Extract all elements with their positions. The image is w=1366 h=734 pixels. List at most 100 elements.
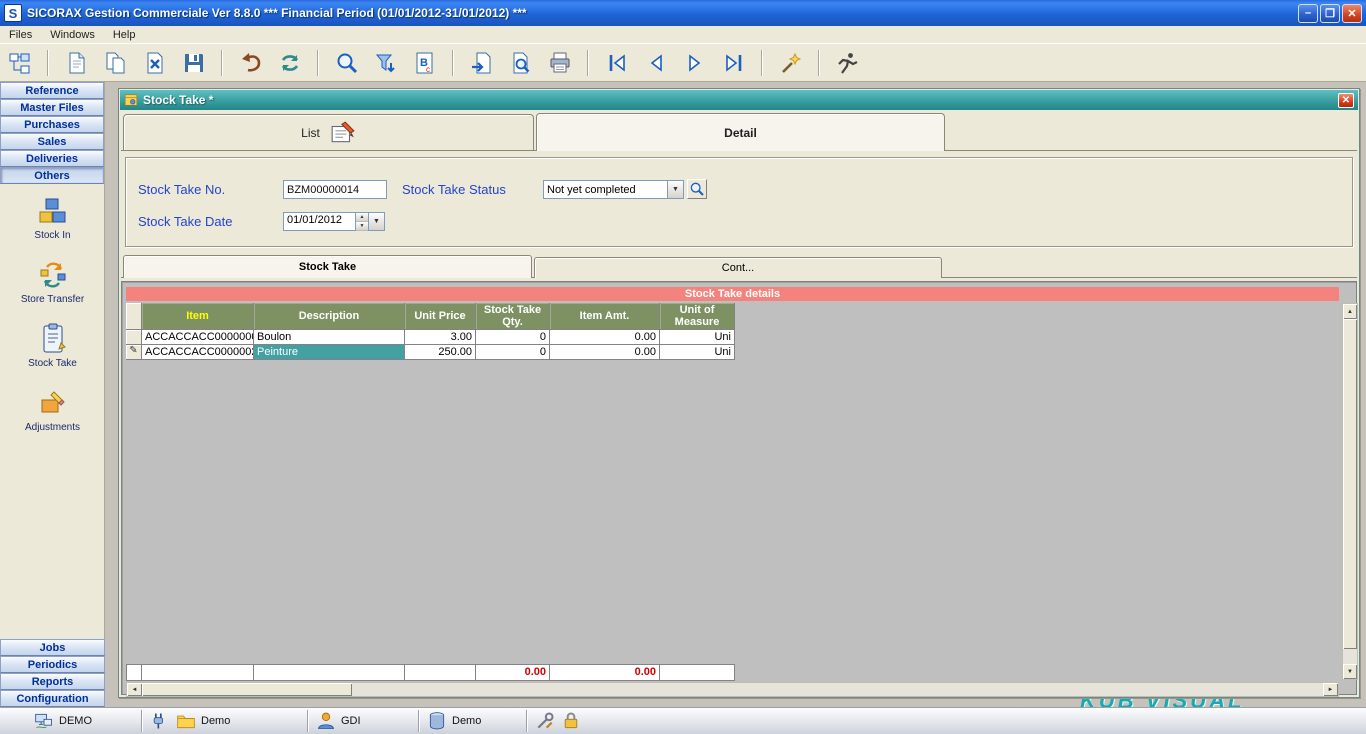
- cell-qty[interactable]: 0: [476, 345, 550, 360]
- column-header-stock-take-qty[interactable]: Stock Take Qty.: [476, 303, 550, 330]
- toolbar-save-button[interactable]: [180, 49, 207, 76]
- menu-files[interactable]: Files: [0, 27, 41, 43]
- toolbar-exit-button[interactable]: [834, 49, 861, 76]
- cell-qty[interactable]: 0: [476, 330, 550, 345]
- taskbar-item-gdi[interactable]: GDI: [316, 711, 361, 731]
- stock-take-status-select[interactable]: Not yet completed ▼: [543, 180, 684, 199]
- cell-description[interactable]: Peinture: [254, 345, 405, 360]
- row-selector[interactable]: [126, 330, 142, 345]
- scroll-up-button[interactable]: ▲: [1343, 304, 1357, 319]
- cell-unit_price[interactable]: 3.00: [405, 330, 476, 345]
- toolbar-currency-button[interactable]: Bc: [411, 49, 438, 76]
- cell-description[interactable]: Boulon: [254, 330, 405, 345]
- scroll-left-button[interactable]: ◄: [127, 683, 142, 696]
- column-header-unit-of-measure[interactable]: Unit of Measure: [660, 303, 735, 330]
- spin-down-icon[interactable]: ▼: [356, 222, 368, 231]
- toolbar-nav-last-button[interactable]: [720, 49, 747, 76]
- table-row[interactable]: ✎ACCACCACC0000002Peinture250.0000.00Uni: [126, 345, 735, 360]
- sidebar-item-master-files[interactable]: Master Files: [0, 99, 104, 116]
- horizontal-scrollbar[interactable]: ◄ ►: [126, 682, 1339, 697]
- date-spinner[interactable]: ▲▼: [355, 213, 368, 230]
- network-computer-icon: [34, 711, 54, 731]
- taskbar-item[interactable]: [535, 711, 555, 731]
- toolbar-tree-view-button[interactable]: [6, 49, 33, 76]
- sidebar-tool-label: Stock In: [34, 230, 70, 241]
- toolbar-copy-document-button[interactable]: [102, 49, 129, 76]
- cell-amt[interactable]: 0.00: [550, 330, 660, 345]
- taskbar-item-demo[interactable]: Demo: [176, 711, 230, 731]
- sidebar-item-jobs[interactable]: Jobs: [0, 639, 105, 656]
- stock-take-date-input[interactable]: 01/01/2012 ▲▼ ▼: [283, 212, 385, 231]
- vertical-scroll-thumb[interactable]: [1343, 319, 1357, 649]
- toolbar-import-document-button[interactable]: [468, 49, 495, 76]
- maximize-button[interactable]: ❐: [1320, 4, 1340, 23]
- taskbar-item-demo[interactable]: Demo: [427, 711, 481, 731]
- tab-stock-take[interactable]: Stock Take: [123, 255, 532, 278]
- store-transfer-icon: [37, 259, 69, 291]
- delete-document-icon: [143, 51, 167, 75]
- toolbar-filter-button[interactable]: [372, 49, 399, 76]
- menu-help[interactable]: Help: [104, 27, 145, 43]
- column-header-item-amt[interactable]: Item Amt.: [550, 303, 660, 330]
- menu-windows[interactable]: Windows: [41, 27, 104, 43]
- toolbar-undo-button[interactable]: [237, 49, 264, 76]
- date-dropdown-arrow-icon[interactable]: ▼: [368, 213, 384, 230]
- sidebar-item-reference[interactable]: Reference: [0, 82, 104, 99]
- cell-uom[interactable]: Uni: [660, 330, 735, 345]
- stock-take-window-titlebar[interactable]: Stock Take * ✕: [120, 90, 1358, 110]
- sidebar-tool-adjustments[interactable]: Adjustments: [0, 382, 105, 438]
- sidebar-item-reports[interactable]: Reports: [0, 673, 105, 690]
- horizontal-scroll-track[interactable]: [352, 683, 1323, 696]
- cell-item[interactable]: ACCACCACC0000002: [142, 345, 254, 360]
- toolbar-wand-button[interactable]: [777, 49, 804, 76]
- cell-item[interactable]: ACCACCACC0000000: [142, 330, 254, 345]
- toolbar-print-button[interactable]: [546, 49, 573, 76]
- minimize-button[interactable]: –: [1298, 4, 1318, 23]
- taskbar-item-demo[interactable]: DEMO: [34, 711, 92, 731]
- sidebar-item-others[interactable]: Others: [0, 167, 104, 184]
- tab-cont[interactable]: Cont...: [534, 257, 942, 278]
- row-selector-header: [126, 303, 142, 330]
- scroll-down-button[interactable]: ▼: [1343, 664, 1357, 679]
- sidebar-item-sales[interactable]: Sales: [0, 133, 104, 150]
- stock-take-window-close-button[interactable]: ✕: [1338, 93, 1354, 108]
- sidebar-tool-stock-in[interactable]: Stock In: [0, 190, 105, 246]
- toolbar-new-document-button[interactable]: [63, 49, 90, 76]
- toolbar-nav-previous-button[interactable]: [642, 49, 669, 76]
- column-header-unit-price[interactable]: Unit Price: [405, 303, 476, 330]
- toolbar-nav-next-button[interactable]: [681, 49, 708, 76]
- cell-uom[interactable]: Uni: [660, 345, 735, 360]
- sidebar-item-configuration[interactable]: Configuration: [0, 690, 105, 707]
- sidebar-item-purchases[interactable]: Purchases: [0, 116, 104, 133]
- spin-up-icon[interactable]: ▲: [356, 213, 368, 222]
- tab-list[interactable]: List: [123, 114, 534, 150]
- sidebar-item-deliveries[interactable]: Deliveries: [0, 150, 104, 167]
- toolbar-delete-document-button[interactable]: [141, 49, 168, 76]
- taskbar-group: GDI: [312, 708, 415, 734]
- taskbar-item[interactable]: [561, 711, 581, 731]
- cell-unit_price[interactable]: 250.00: [405, 345, 476, 360]
- status-dropdown-arrow-icon[interactable]: ▼: [667, 181, 683, 198]
- sidebar-tool-stock-take[interactable]: Stock Take: [0, 318, 105, 374]
- toolbar-refresh-button[interactable]: [276, 49, 303, 76]
- horizontal-scroll-thumb[interactable]: [142, 683, 352, 696]
- sidebar-item-periodics[interactable]: Periodics: [0, 656, 105, 673]
- cell-amt[interactable]: 0.00: [550, 345, 660, 360]
- vertical-scroll-track[interactable]: [1343, 649, 1357, 664]
- row-selector-editing[interactable]: ✎: [126, 345, 142, 360]
- tab-detail[interactable]: Detail: [536, 113, 945, 151]
- toolbar-preview-document-button[interactable]: [507, 49, 534, 76]
- sidebar-tool-store-transfer[interactable]: Store Transfer: [0, 254, 105, 310]
- column-header-description[interactable]: Description: [254, 303, 405, 330]
- toolbar-nav-first-button[interactable]: [603, 49, 630, 76]
- toolbar-search-button[interactable]: [333, 49, 360, 76]
- taskbar-item[interactable]: [150, 711, 170, 731]
- status-search-button[interactable]: [687, 179, 707, 199]
- vertical-scrollbar[interactable]: ▲ ▼: [1342, 303, 1358, 680]
- close-button[interactable]: ✕: [1342, 4, 1362, 23]
- table-row[interactable]: ACCACCACC0000000Boulon3.0000.00Uni: [126, 330, 735, 345]
- toolbar-separator: [587, 50, 589, 76]
- stock-take-no-input[interactable]: [283, 180, 387, 199]
- column-header-item[interactable]: Item: [142, 303, 254, 330]
- scroll-right-button[interactable]: ►: [1323, 683, 1338, 696]
